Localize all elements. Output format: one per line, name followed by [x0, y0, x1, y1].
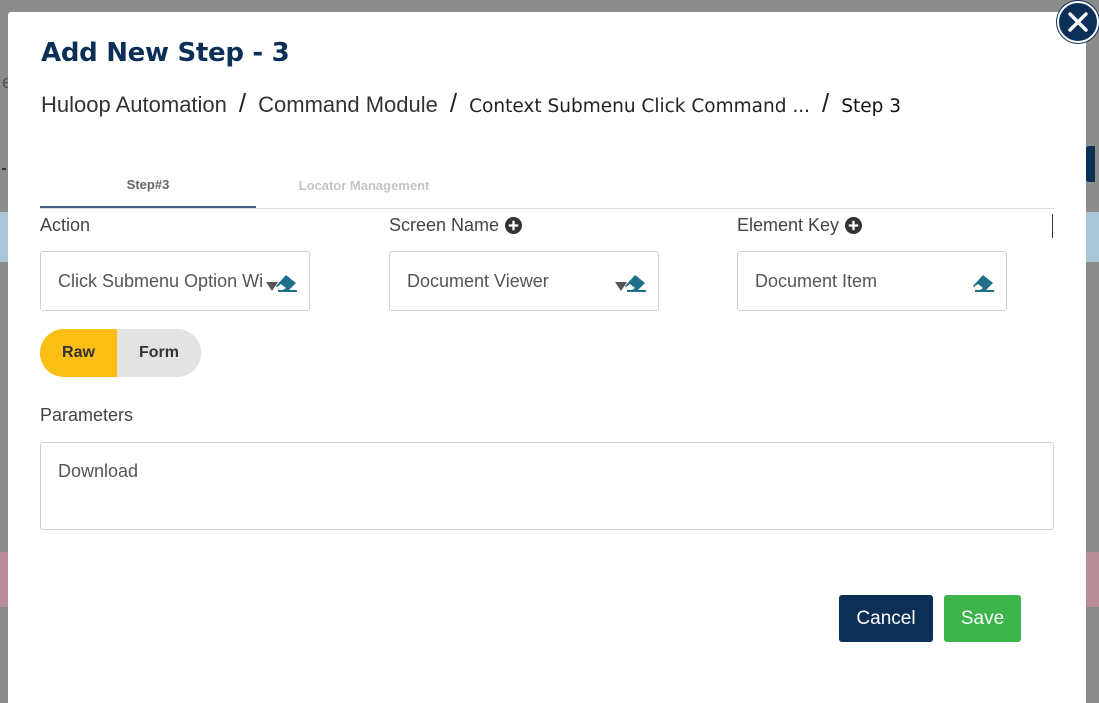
action-select[interactable]: Click Submenu Option With Text — [40, 251, 310, 311]
divider — [1052, 214, 1053, 238]
element-key-value: Document Item — [755, 270, 878, 291]
element-key-select-controls — [972, 274, 994, 292]
save-button[interactable]: Save — [944, 595, 1021, 642]
close-button[interactable] — [1057, 1, 1099, 43]
screen-name-select[interactable]: Document Viewer — [389, 251, 659, 311]
parameters-textarea[interactable]: Download — [40, 442, 1054, 530]
modal-title: Add New Step - 3 — [41, 38, 290, 68]
action-select-controls — [266, 274, 297, 292]
breadcrumb-separator: / — [822, 88, 830, 118]
raw-option[interactable]: Raw — [40, 329, 117, 377]
breadcrumb-item-huloop-automation[interactable]: Huloop Automation — [41, 92, 227, 118]
screen-name-label: Screen Name — [389, 215, 523, 236]
element-key-label: Element Key — [737, 215, 863, 236]
action-value: Click Submenu Option With Text — [58, 270, 263, 291]
background-dash — [2, 168, 6, 170]
breadcrumb-separator: / — [449, 88, 458, 118]
raw-form-toggle: Raw Form — [40, 329, 201, 377]
tab-step[interactable]: Step#3 — [40, 162, 256, 208]
parameters-label: Parameters — [40, 405, 134, 425]
background-button-edge — [1085, 146, 1095, 182]
screen-name-value: Document Viewer — [407, 270, 549, 291]
breadcrumb: Huloop Automation / Command Module / Con… — [41, 88, 901, 119]
element-key-select[interactable]: Document Item — [737, 251, 1007, 311]
form-option[interactable]: Form — [117, 329, 201, 377]
eraser-icon[interactable] — [972, 274, 994, 292]
add-screen-icon[interactable] — [505, 217, 523, 234]
add-step-modal: Add New Step - 3 Huloop Automation / Com… — [8, 12, 1086, 703]
tab-bar: Step#3 Locator Management — [40, 162, 1054, 209]
close-icon — [1068, 12, 1088, 32]
cancel-button[interactable]: Cancel — [839, 595, 933, 642]
eraser-icon[interactable] — [275, 274, 297, 292]
action-label: Action — [40, 215, 90, 236]
screen-name-label-text: Screen Name — [389, 215, 500, 235]
breadcrumb-item-command[interactable]: Context Submenu Click Command ... — [469, 96, 810, 117]
eraser-icon[interactable] — [624, 274, 646, 292]
breadcrumb-separator: / — [238, 88, 247, 118]
screen-name-select-controls — [615, 274, 646, 292]
breadcrumb-item-current-step: Step 3 — [841, 96, 902, 117]
action-label-text: Action — [40, 215, 91, 235]
breadcrumb-item-command-module[interactable]: Command Module — [258, 92, 438, 118]
add-element-icon[interactable] — [845, 217, 863, 234]
element-key-label-text: Element Key — [737, 215, 840, 235]
tab-locator-management[interactable]: Locator Management — [256, 162, 472, 208]
